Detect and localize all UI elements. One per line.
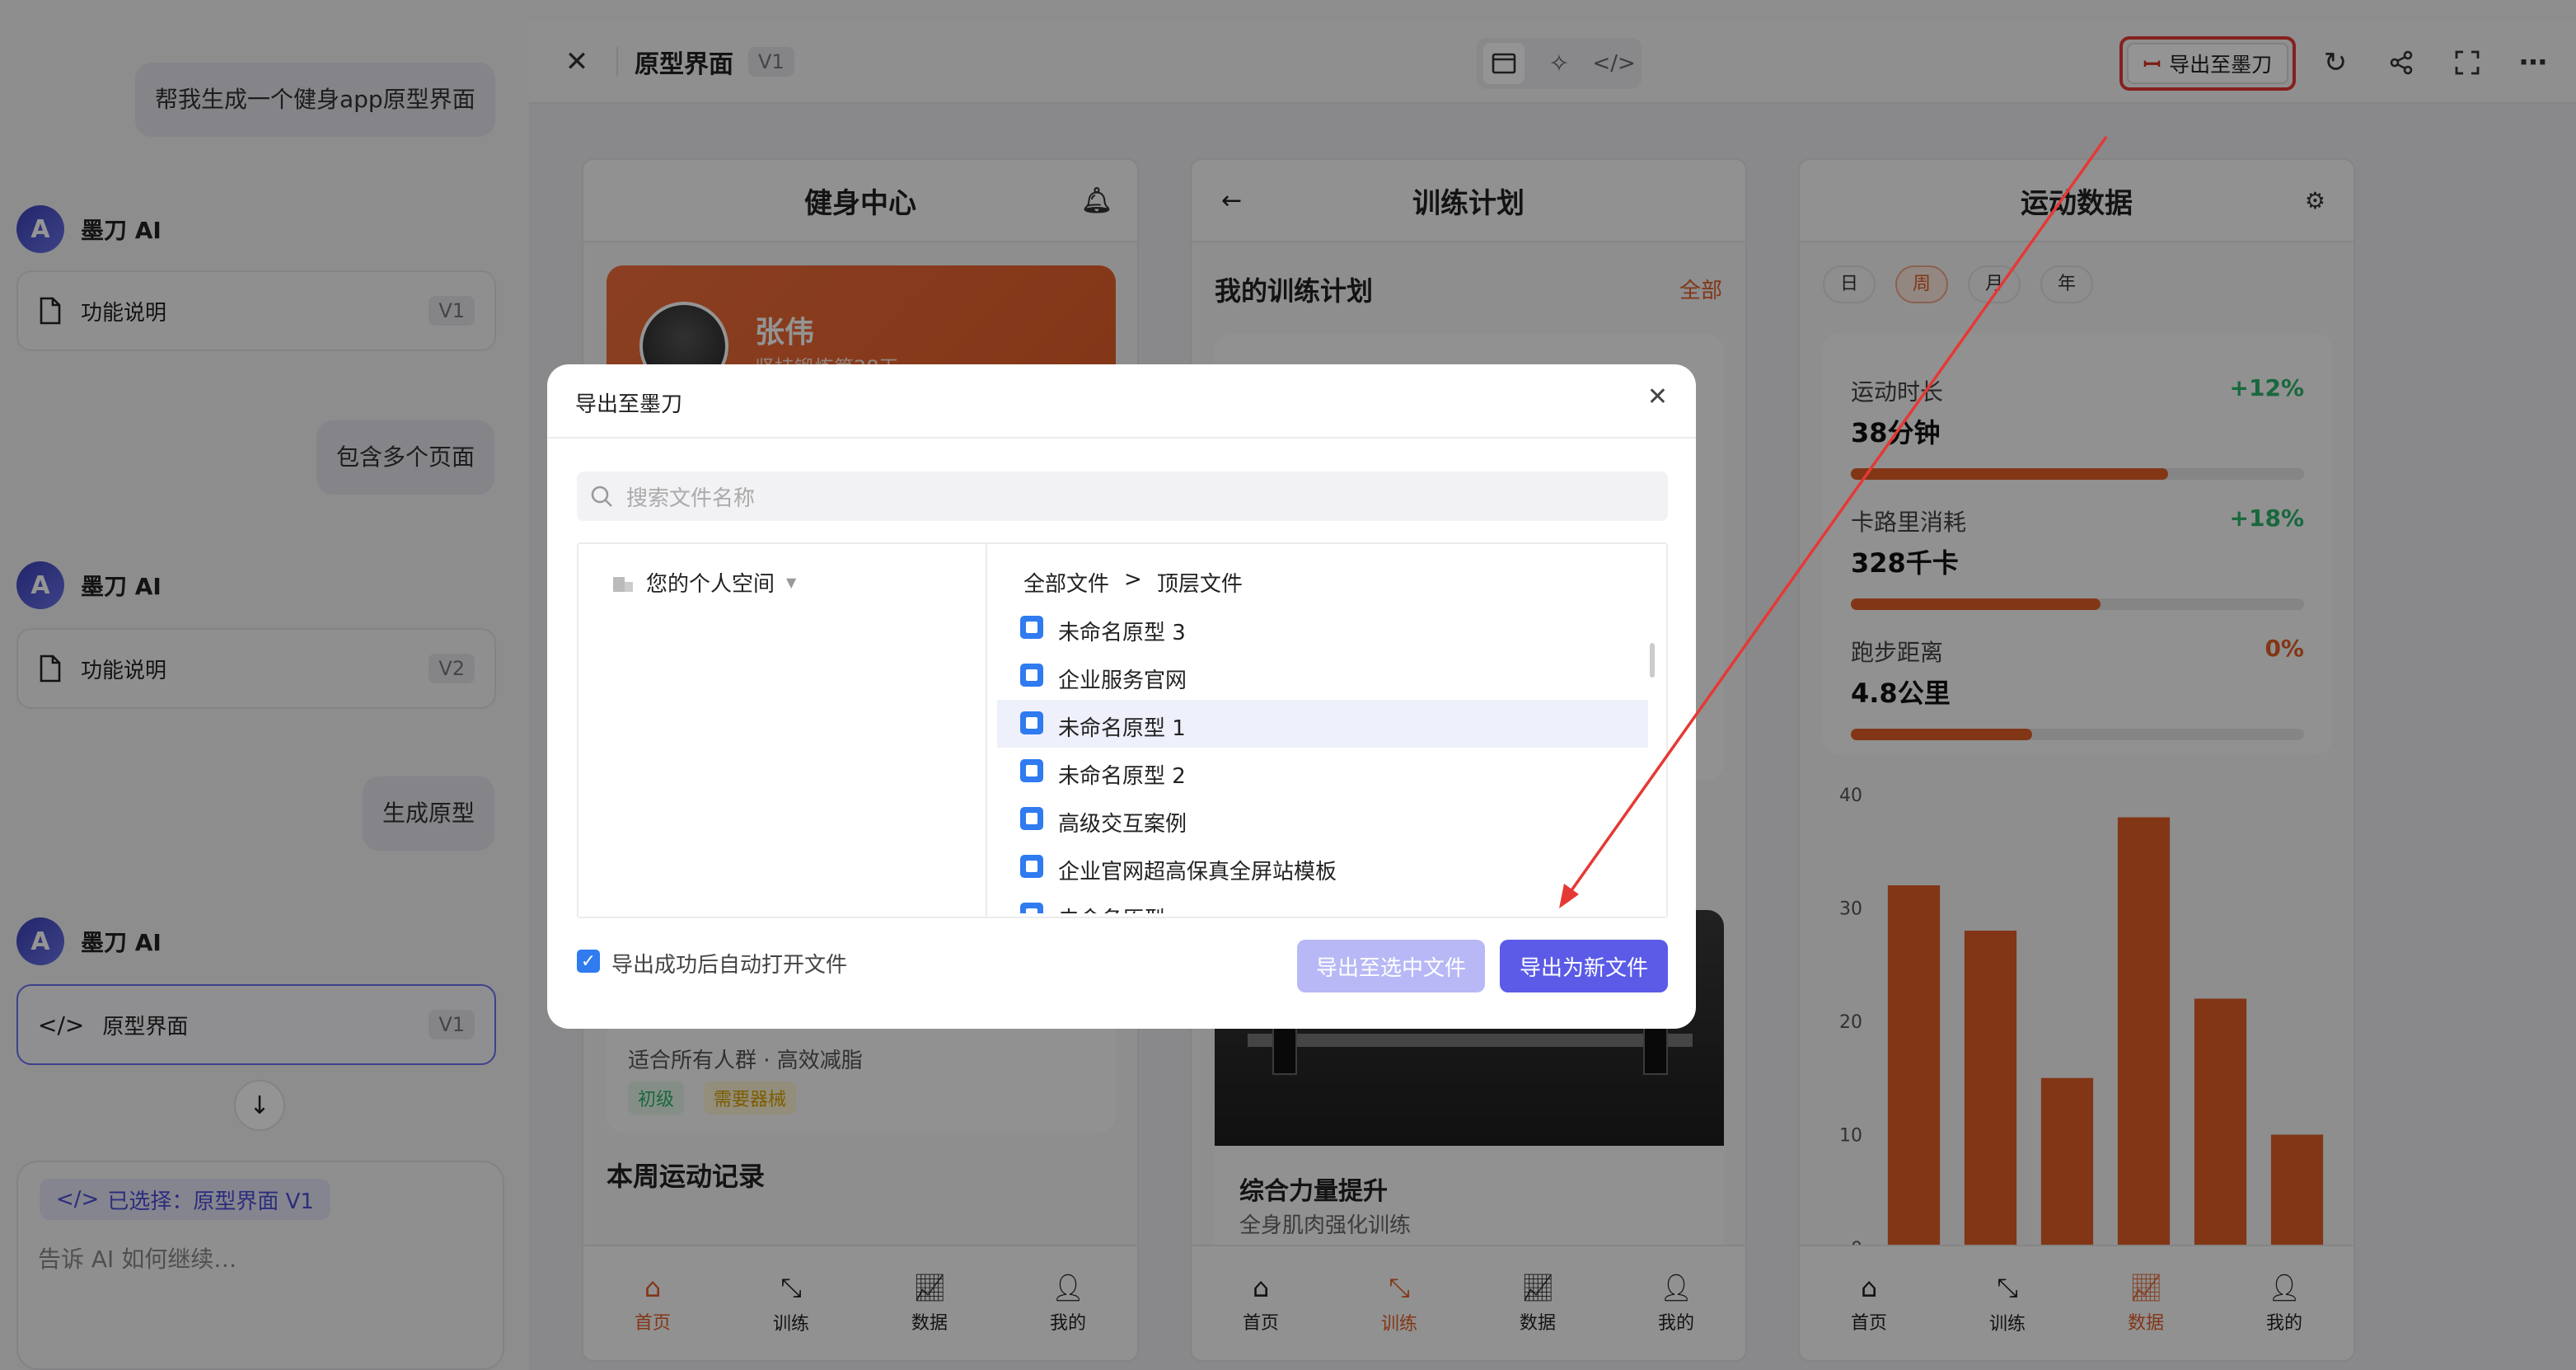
file-name: 未命名原型 3 bbox=[1058, 621, 1186, 645]
prototype-file-icon bbox=[1020, 855, 1043, 878]
breadcrumb-current: 顶层文件 bbox=[1156, 572, 1243, 597]
file-name: 高级交互案例 bbox=[1058, 812, 1187, 837]
export-to-selected-button[interactable]: 导出至选中文件 bbox=[1297, 940, 1485, 992]
file-row[interactable]: 企业服务官网 bbox=[997, 652, 1187, 700]
auto-open-checkbox[interactable]: ✓ bbox=[577, 950, 600, 973]
file-name: 未命名原型 2 bbox=[1058, 764, 1186, 789]
breadcrumb-separator: > bbox=[1124, 567, 1142, 592]
prototype-file-icon bbox=[1020, 903, 1043, 913]
breadcrumb-root[interactable]: 全部文件 bbox=[1023, 567, 1109, 598]
space-label: 您的个人空间 bbox=[646, 572, 775, 597]
prototype-file-icon bbox=[1020, 807, 1043, 830]
space-selector[interactable]: 您的个人空间 ▼ bbox=[611, 567, 796, 598]
scrollbar[interactable] bbox=[1650, 643, 1655, 678]
space-pane: 您的个人空间 ▼ bbox=[578, 544, 987, 917]
file-row[interactable]: 未命名原型 bbox=[997, 891, 1165, 913]
dialog-title: 导出至墨刀 bbox=[575, 392, 683, 417]
file-row[interactable]: 高级交互案例 bbox=[997, 795, 1187, 843]
prototype-file-icon bbox=[1020, 664, 1043, 687]
search-icon bbox=[591, 486, 612, 507]
checkbox-label: 导出成功后自动打开文件 bbox=[611, 953, 848, 978]
prototype-file-icon bbox=[1020, 759, 1043, 782]
file-row[interactable]: 未命名原型 1 bbox=[997, 700, 1648, 748]
caret-down-icon: ▼ bbox=[786, 575, 797, 590]
export-new-file-button[interactable]: 导出为新文件 bbox=[1500, 940, 1668, 992]
close-icon[interactable]: ✕ bbox=[1647, 382, 1668, 411]
divider bbox=[547, 437, 1696, 439]
file-name: 企业官网超高保真全屏站模板 bbox=[1058, 860, 1337, 884]
building-icon bbox=[613, 576, 633, 592]
file-name: 企业服务官网 bbox=[1058, 669, 1187, 693]
file-row[interactable]: 未命名原型 2 bbox=[997, 748, 1186, 795]
search-input[interactable]: 搜索文件名称 bbox=[577, 472, 1668, 521]
file-name: 未命名原型 bbox=[1058, 903, 1165, 913]
file-name: 未命名原型 1 bbox=[1058, 716, 1186, 741]
search-placeholder: 搜索文件名称 bbox=[626, 486, 756, 511]
prototype-file-icon bbox=[1020, 711, 1043, 734]
file-row[interactable]: 企业官网超高保真全屏站模板 bbox=[997, 843, 1337, 891]
file-row[interactable]: 未命名原型 3 bbox=[997, 604, 1186, 652]
breadcrumb: 全部文件 > 顶层文件 bbox=[1023, 567, 1243, 598]
prototype-file-icon bbox=[1020, 616, 1043, 639]
